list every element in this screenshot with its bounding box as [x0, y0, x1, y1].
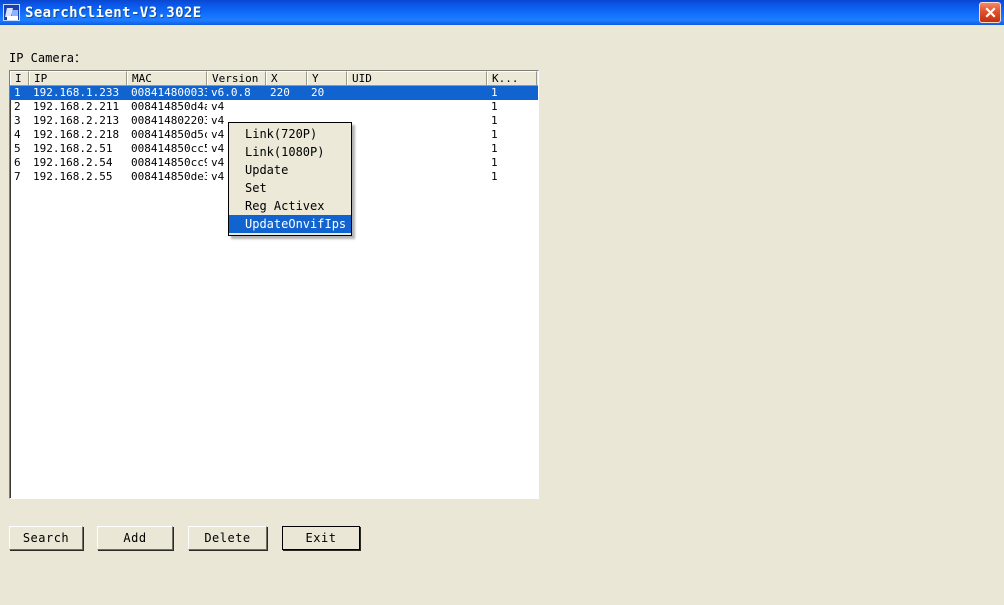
close-icon[interactable]	[979, 2, 1001, 23]
ip-camera-label: IP Camera：	[9, 51, 87, 65]
menu-item-updateonvifips[interactable]: UpdateOnvifIps	[229, 215, 351, 233]
cell-y: 20	[311, 86, 325, 99]
context-menu[interactable]: Link(720P) Link(1080P) Update Set Reg Active…	[228, 122, 352, 236]
cell-uid	[347, 114, 487, 128]
cell-y	[307, 100, 347, 114]
cell-i: 2	[14, 100, 21, 113]
cell-k: 1	[491, 100, 498, 113]
cell-k: 1	[491, 128, 498, 141]
cell-uid	[347, 170, 487, 184]
table-row[interactable]: 1 192.168.1.233 008414800033 v6.0.8 220 20 1	[10, 86, 538, 100]
cell-version: v6.0.8	[211, 86, 251, 99]
cell-mac: 008414800033	[131, 86, 207, 99]
cell-mac: 008414850d5c	[131, 128, 207, 141]
cell-i: 3	[14, 114, 21, 127]
app-icon[interactable]	[3, 4, 20, 21]
cell-uid	[347, 142, 487, 156]
cell-i: 6	[14, 156, 21, 169]
cell-mac: 008414850d4a	[131, 100, 207, 113]
menu-item-link-1080p[interactable]: Link(1080P)	[229, 143, 351, 161]
cell-mac: 008414850de3	[131, 170, 207, 183]
cell-mac: 008414850cc5	[131, 142, 207, 155]
menu-item-link-720p[interactable]: Link(720P)	[229, 125, 351, 143]
cell-ip: 192.168.2.51	[33, 142, 113, 155]
search-button[interactable]: Search	[9, 526, 83, 550]
cell-i: 1	[14, 86, 21, 99]
list-header-k[interactable]: K...	[487, 71, 537, 85]
cell-x: 220	[270, 86, 290, 99]
menu-item-update[interactable]: Update	[229, 161, 351, 179]
list-header-uid[interactable]: UID	[347, 71, 487, 85]
cell-uid	[347, 156, 487, 170]
list-header-version[interactable]: Version	[207, 71, 266, 85]
list-header-y[interactable]: Y	[307, 71, 347, 85]
delete-button[interactable]: Delete	[188, 526, 267, 550]
cell-uid	[347, 128, 487, 142]
cell-k: 1	[491, 114, 498, 127]
window-titlebar[interactable]: SearchClient-V3.302E	[0, 0, 1004, 25]
cell-k: 1	[491, 86, 498, 99]
cell-ip: 192.168.2.213	[33, 114, 120, 127]
cell-i: 4	[14, 128, 21, 141]
list-header-x[interactable]: X	[266, 71, 307, 85]
cell-ip: 192.168.2.55	[33, 170, 113, 183]
cell-ip: 192.168.2.211	[33, 100, 120, 113]
cell-ip: 192.168.2.54	[33, 156, 113, 169]
cell-ip: 192.168.1.233	[33, 86, 120, 99]
window-client-area: IP Camera： I IP MAC Version X Y UID K... 1 192.1…	[0, 25, 1004, 605]
window-title: SearchClient-V3.302E	[25, 4, 202, 21]
cell-mac: 008414802203	[131, 114, 207, 127]
cell-mac: 008414850cc9	[131, 156, 207, 169]
cell-uid	[347, 100, 487, 114]
list-header-i[interactable]: I	[10, 71, 29, 85]
menu-item-set[interactable]: Set	[229, 179, 351, 197]
cell-k: 1	[491, 142, 498, 155]
cell-ip: 192.168.2.218	[33, 128, 120, 141]
menu-item-reg-activex[interactable]: Reg Activex	[229, 197, 351, 215]
exit-button[interactable]: Exit	[282, 526, 360, 550]
cell-k: 1	[491, 170, 498, 183]
list-header-ip[interactable]: IP	[29, 71, 127, 85]
list-header-row[interactable]: I IP MAC Version X Y UID K...	[10, 71, 538, 86]
table-row[interactable]: 2 192.168.2.211 008414850d4a v4 1	[10, 100, 538, 114]
add-button[interactable]: Add	[97, 526, 173, 550]
list-header-mac[interactable]: MAC	[127, 71, 207, 85]
cell-i: 7	[14, 170, 21, 183]
cell-k: 1	[491, 156, 498, 169]
cell-uid	[347, 86, 487, 100]
cell-x	[266, 100, 307, 114]
cell-i: 5	[14, 142, 21, 155]
cell-version: v4	[211, 100, 225, 113]
